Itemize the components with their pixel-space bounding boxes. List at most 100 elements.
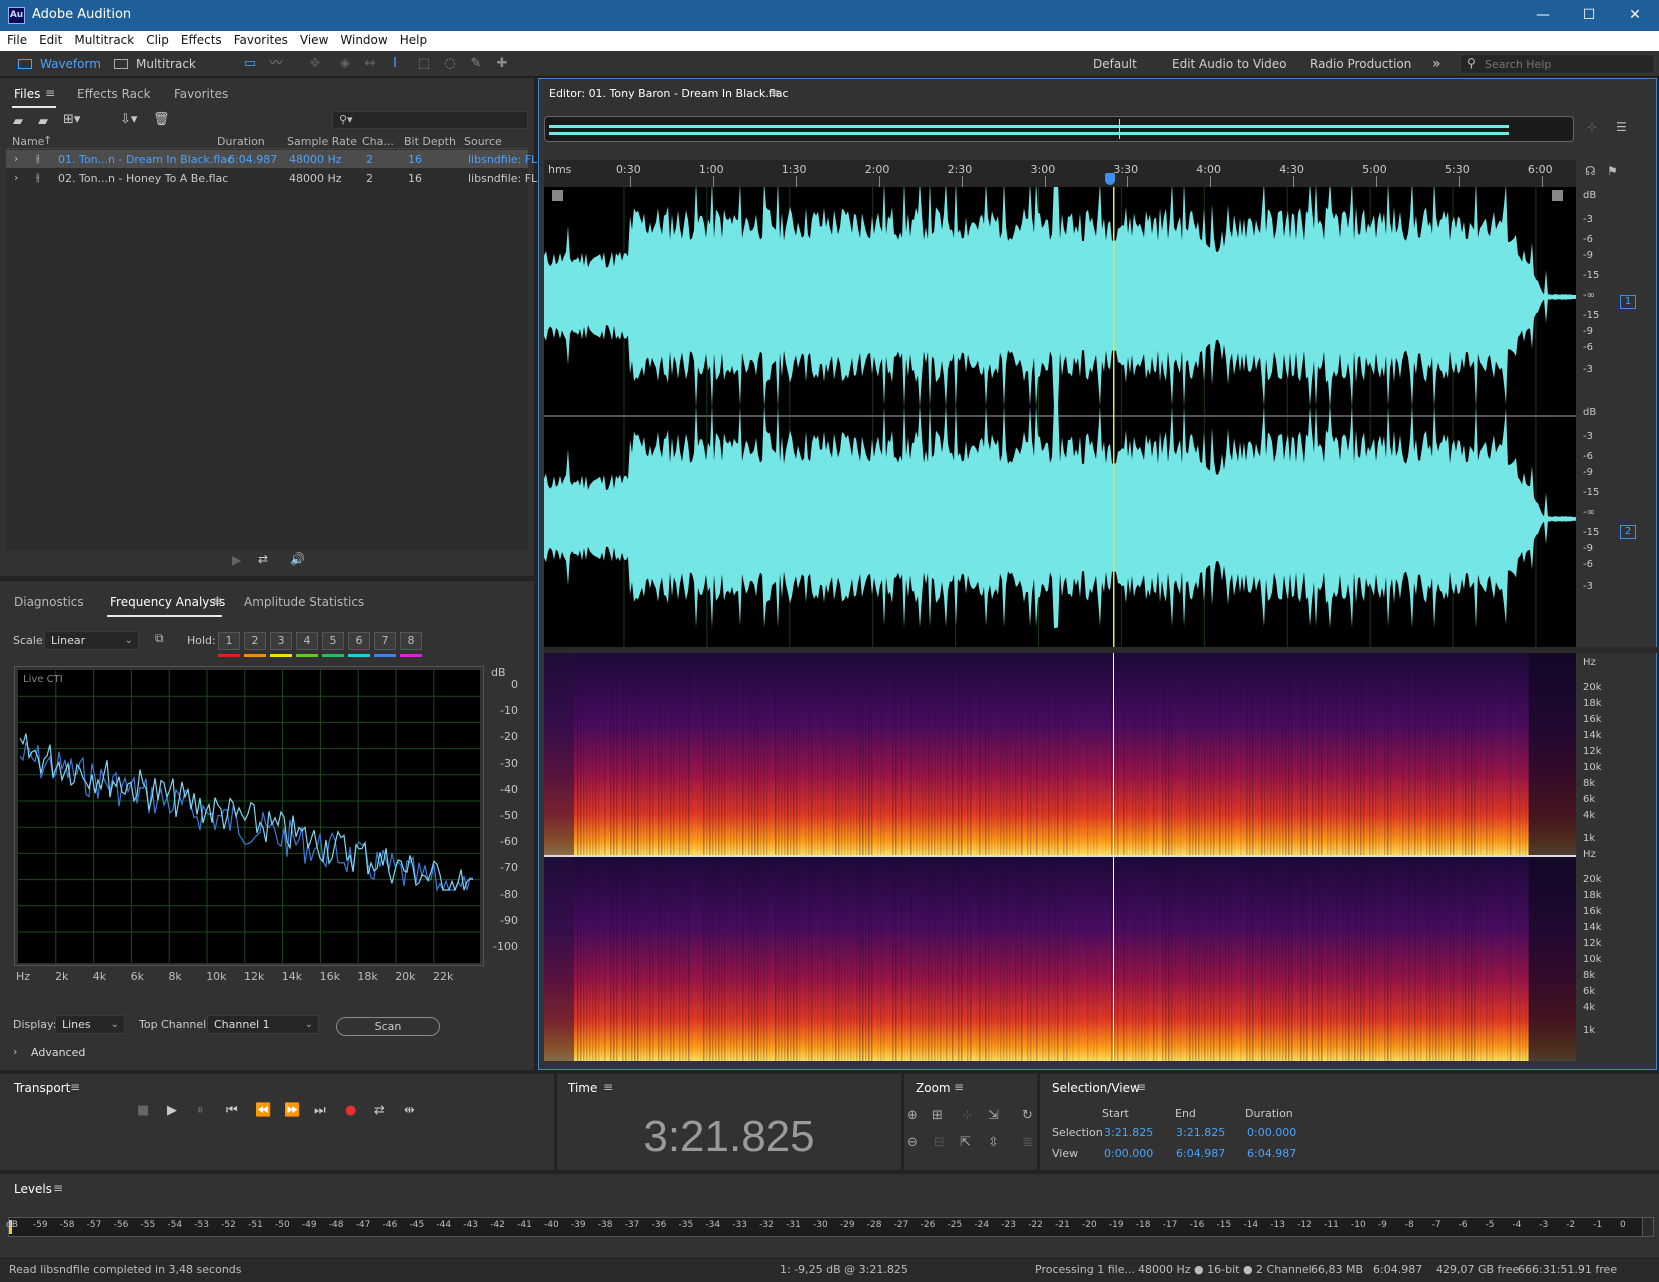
freq-panel-menu-icon[interactable]: ≡: [212, 594, 222, 608]
zoom-out-amplitude-icon[interactable]: ⊖: [907, 1135, 918, 1150]
editor-menu-icon[interactable]: ≡: [770, 86, 780, 100]
spectral-display-icon[interactable]: ▭: [240, 55, 260, 73]
time-selection-tool-icon[interactable]: I: [385, 55, 405, 73]
zoom-navigator-icon[interactable]: ⊹: [1587, 120, 1597, 134]
marquee-tool-icon[interactable]: ⬚: [414, 55, 434, 73]
new-file-icon[interactable]: ⊞▾: [63, 112, 80, 127]
lock-to-cti-icon[interactable]: ⧉: [155, 631, 164, 646]
zoom-reset-icon[interactable]: ↻: [1022, 1108, 1033, 1123]
zoom-to-selection-icon[interactable]: ⊹: [962, 1108, 973, 1123]
search-help-field[interactable]: ⚲: [1460, 54, 1655, 74]
menu-multitrack[interactable]: Multitrack: [67, 31, 139, 47]
loop-preview-icon[interactable]: ⇄: [258, 552, 268, 566]
col-channels[interactable]: Cha...: [362, 135, 394, 148]
zoom-out-full-icon[interactable]: ⇱: [960, 1135, 971, 1150]
hold-button-4[interactable]: 4: [296, 632, 318, 650]
stop-icon[interactable]: ■: [137, 1103, 149, 1118]
selection-duration[interactable]: 0:00.000: [1247, 1126, 1296, 1139]
menu-help[interactable]: Help: [393, 31, 432, 47]
record-icon[interactable]: ●: [345, 1103, 356, 1118]
expand-icon[interactable]: ›: [14, 152, 18, 165]
menu-window[interactable]: Window: [333, 31, 392, 47]
open-file-icon[interactable]: ▰: [13, 114, 23, 129]
col-bit-depth[interactable]: Bit Depth: [404, 135, 456, 148]
spot-healing-tool-icon[interactable]: ✚: [492, 55, 512, 73]
tab-amplitude-statistics[interactable]: Amplitude Statistics: [244, 595, 364, 609]
move-tool-icon[interactable]: ✥: [305, 55, 325, 73]
loop-playback-icon[interactable]: ⇄: [374, 1103, 385, 1118]
file-row[interactable]: › ⫲ 01. Ton...n - Dream In Black.flac 6:…: [6, 150, 537, 168]
clip-indicator[interactable]: [1642, 1217, 1654, 1237]
play-preview-icon[interactable]: ▶: [232, 553, 241, 567]
close-button[interactable]: ✕: [1612, 0, 1658, 31]
multitrack-view-button[interactable]: Multitrack: [114, 54, 196, 74]
hold-button-7[interactable]: 7: [374, 632, 396, 650]
menu-view[interactable]: View: [293, 31, 333, 47]
overview-bar[interactable]: [544, 116, 1574, 142]
search-help-input[interactable]: [1485, 57, 1645, 72]
expand-icon[interactable]: ›: [14, 171, 18, 184]
files-search-field[interactable]: ⚲▾: [332, 111, 528, 129]
advanced-chevron-icon[interactable]: ›: [13, 1045, 17, 1058]
workspace-default[interactable]: Default: [1093, 54, 1137, 74]
menu-clip[interactable]: Clip: [139, 31, 174, 47]
menu-edit[interactable]: Edit: [32, 31, 67, 47]
playhead-handle[interactable]: [1105, 173, 1115, 185]
zoom-in-time-icon[interactable]: ⊞: [932, 1108, 943, 1123]
insert-into-multitrack-icon[interactable]: ⇩▾: [120, 112, 137, 127]
go-to-previous-icon[interactable]: ⏮: [226, 1103, 238, 1118]
pitch-display-icon[interactable]: 〰: [266, 55, 286, 73]
display-select[interactable]: Lines ⌄: [55, 1015, 125, 1034]
editor-options-icon[interactable]: ☰: [1616, 120, 1627, 134]
file-row[interactable]: › ⫲ 02. Ton...n - Honey To A Be.flac 480…: [6, 169, 537, 187]
selection-menu-icon[interactable]: ≡: [1136, 1080, 1146, 1094]
col-duration[interactable]: Duration: [217, 135, 265, 148]
col-name[interactable]: Name: [12, 135, 44, 148]
minimize-button[interactable]: —: [1520, 0, 1566, 31]
marker-icon[interactable]: ⚑: [1607, 164, 1618, 178]
import-file-icon[interactable]: ▰: [38, 114, 48, 129]
transport-menu-icon[interactable]: ≡: [70, 1080, 80, 1094]
scale-select[interactable]: Linear ⌄: [44, 631, 139, 650]
view-duration[interactable]: 6:04.987: [1247, 1147, 1296, 1160]
rewind-icon[interactable]: ⏪: [255, 1103, 271, 1118]
hold-button-8[interactable]: 8: [400, 632, 422, 650]
col-sample-rate[interactable]: Sample Rate: [287, 135, 357, 148]
hold-button-5[interactable]: 5: [322, 632, 344, 650]
spectral-display[interactable]: [544, 653, 1576, 1061]
workspace-edit-audio-to-video[interactable]: Edit Audio to Video: [1172, 54, 1286, 74]
fast-forward-icon[interactable]: ⏩: [284, 1103, 300, 1118]
zoom-menu-icon[interactable]: ≡: [954, 1080, 964, 1094]
play-icon[interactable]: ▶: [167, 1103, 177, 1118]
autoplay-icon[interactable]: 🔊: [290, 552, 305, 566]
top-channel-select[interactable]: Channel 1 ⌄: [207, 1015, 319, 1034]
advanced-toggle[interactable]: Advanced: [31, 1046, 85, 1059]
brush-tool-icon[interactable]: ✎: [466, 55, 486, 73]
hold-button-2[interactable]: 2: [244, 632, 266, 650]
zoom-full-icon[interactable]: ≣: [1022, 1135, 1033, 1150]
tab-files[interactable]: Files: [14, 87, 40, 101]
tab-effects-rack[interactable]: Effects Rack: [77, 87, 151, 101]
hold-button-6[interactable]: 6: [348, 632, 370, 650]
workspace-radio-production[interactable]: Radio Production: [1310, 54, 1411, 74]
skip-selection-icon[interactable]: ⇹: [404, 1103, 415, 1118]
tab-frequency-analysis[interactable]: Frequency Analysis: [110, 595, 225, 609]
scan-button[interactable]: Scan: [336, 1017, 440, 1036]
zoom-out-time-icon[interactable]: ⊟: [934, 1135, 945, 1150]
files-panel-menu-icon[interactable]: ≡: [45, 86, 55, 100]
menu-effects[interactable]: Effects: [174, 31, 227, 47]
go-to-next-icon[interactable]: ⏭: [314, 1103, 326, 1118]
tab-favorites[interactable]: Favorites: [174, 87, 228, 101]
waveform-display[interactable]: [544, 187, 1576, 647]
time-menu-icon[interactable]: ≡: [603, 1080, 613, 1094]
lasso-tool-icon[interactable]: ◌: [440, 55, 460, 73]
zoom-in-amplitude-icon[interactable]: ⊕: [907, 1108, 918, 1123]
channel-1-badge[interactable]: 1: [1620, 295, 1636, 309]
zoom-out-selection-icon[interactable]: ⇳: [988, 1135, 999, 1150]
tab-diagnostics[interactable]: Diagnostics: [14, 595, 84, 609]
slip-tool-icon[interactable]: ↔: [360, 55, 380, 73]
waveform-view-button[interactable]: Waveform: [18, 54, 101, 74]
maximize-button[interactable]: ☐: [1566, 0, 1612, 31]
delete-icon[interactable]: 🗑: [153, 112, 170, 127]
view-start[interactable]: 0:00.000: [1104, 1147, 1153, 1160]
